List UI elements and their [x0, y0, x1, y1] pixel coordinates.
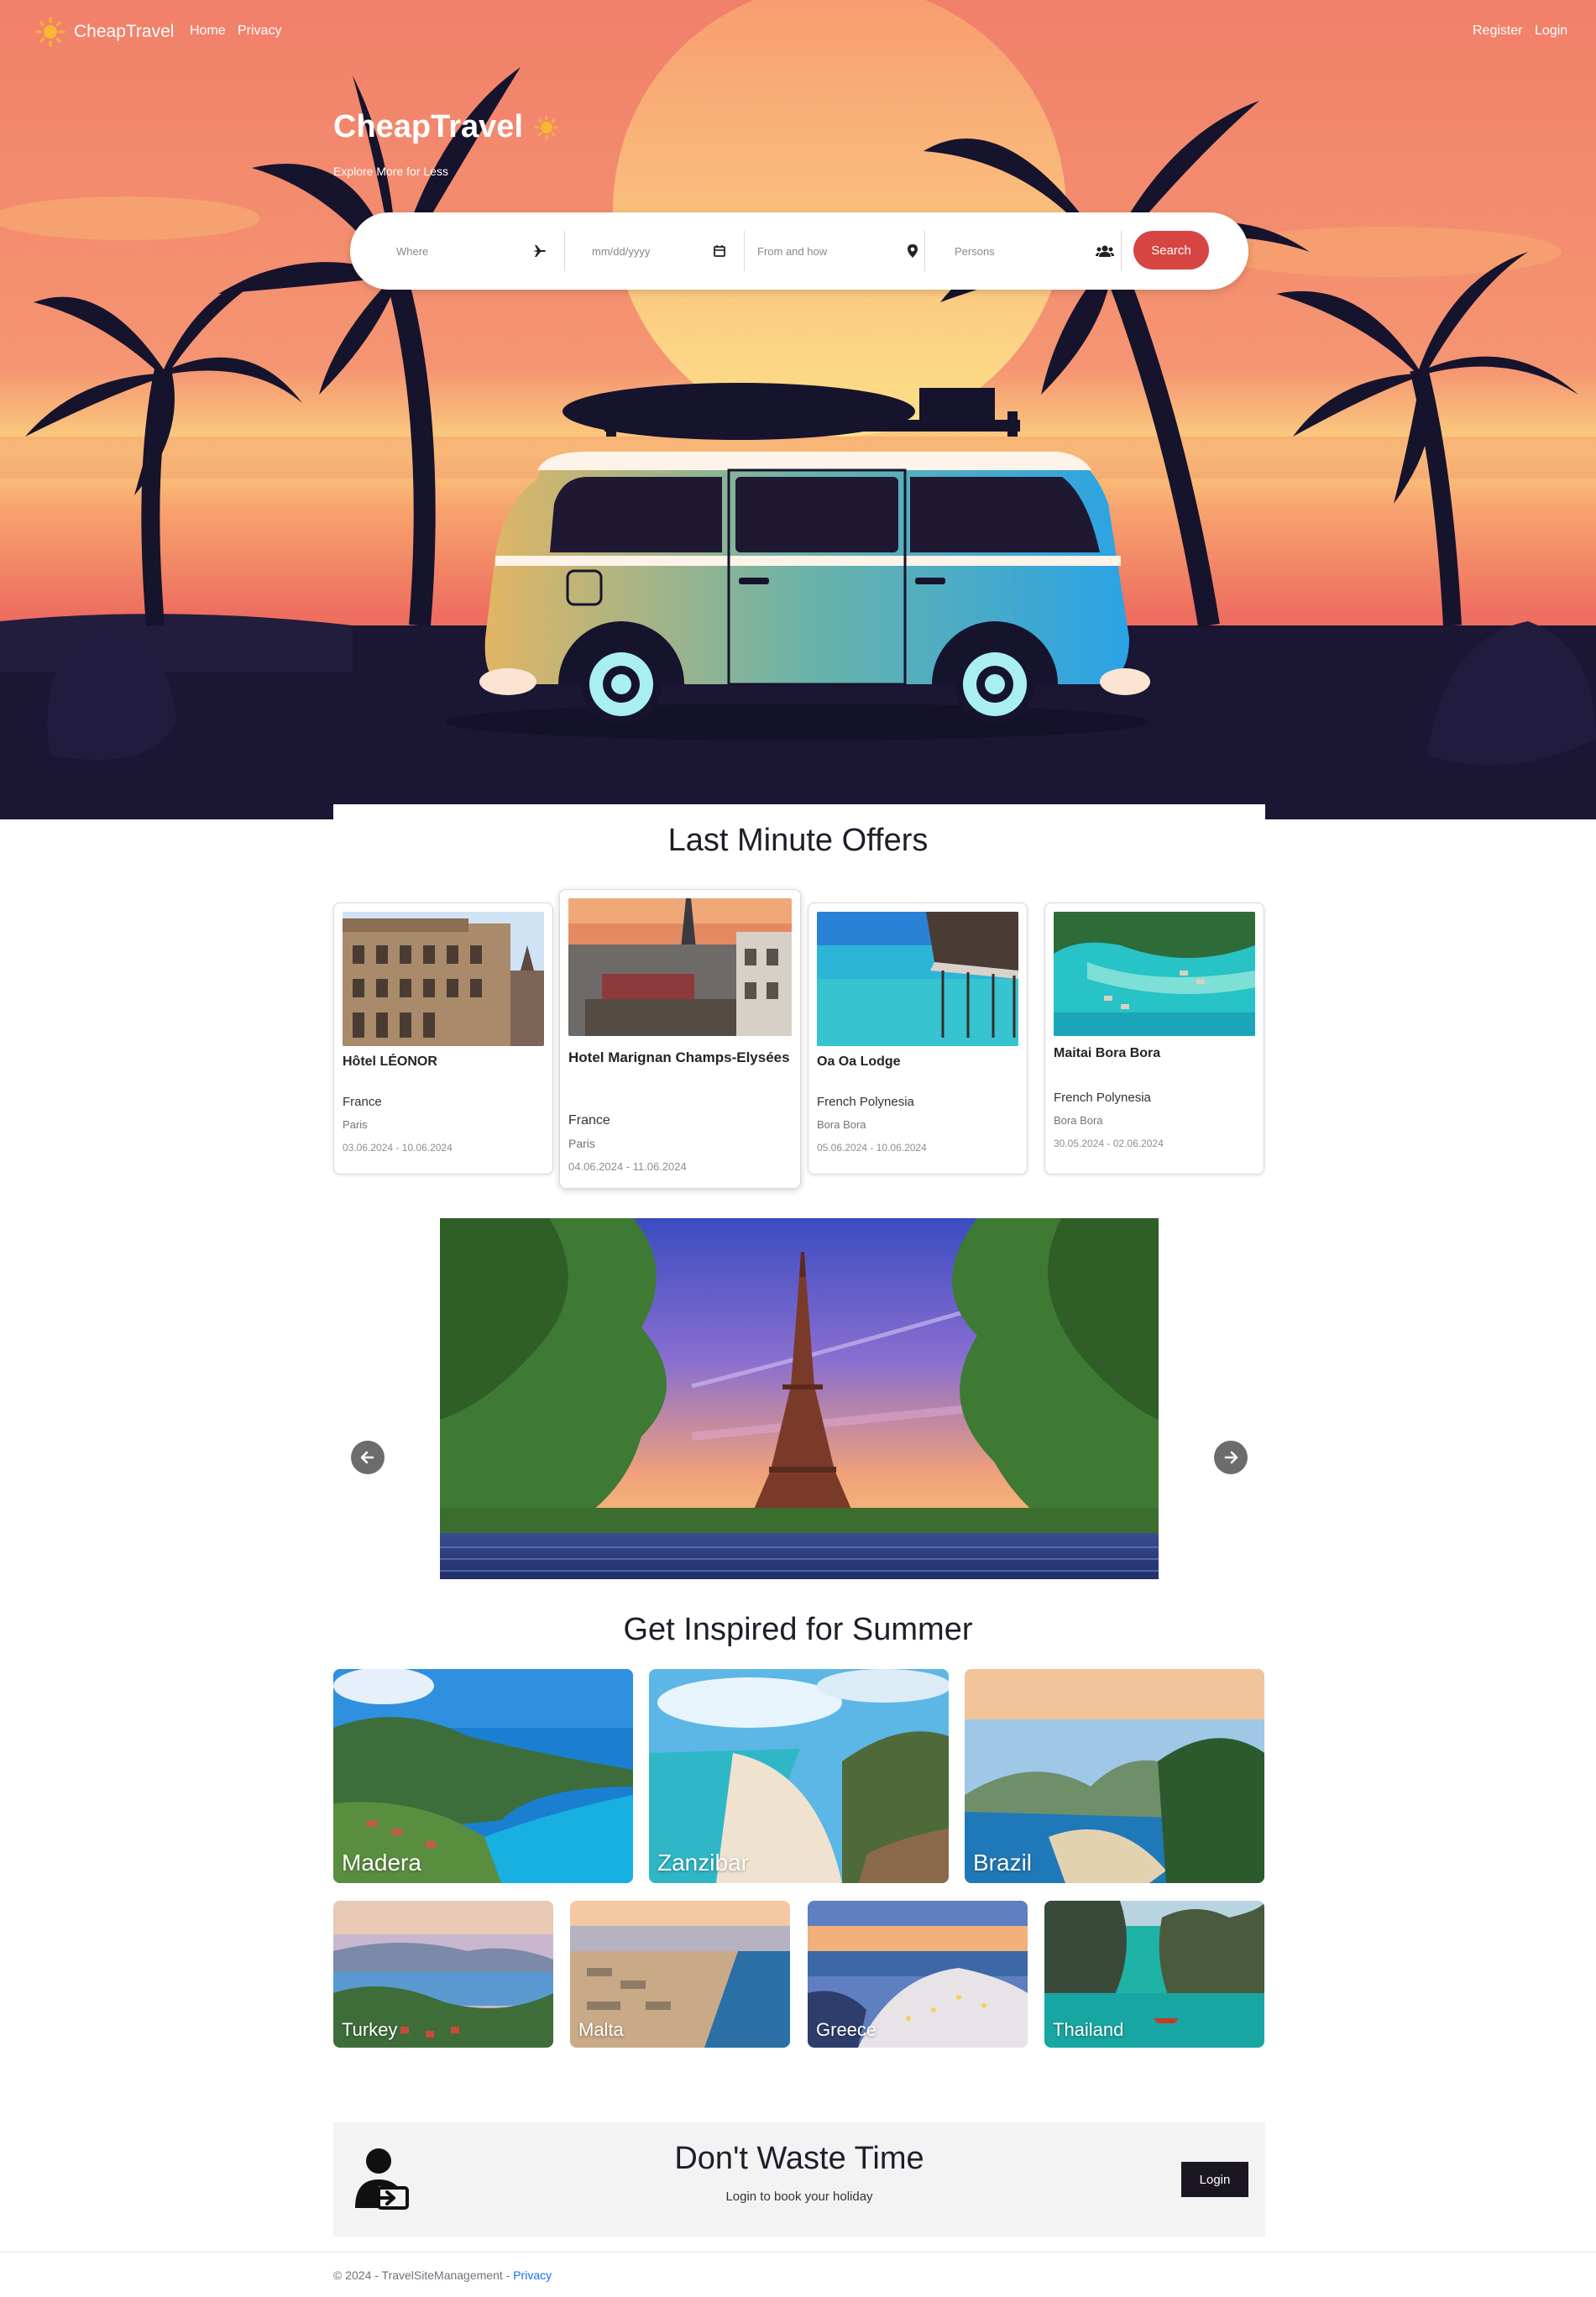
cta-title: Don't Waste Time: [674, 2141, 924, 2176]
nav-register-link[interactable]: Register: [1473, 24, 1523, 39]
sun-icon: [535, 115, 558, 139]
hotel-photo: [817, 912, 1018, 1046]
destination-tile[interactable]: Zanzibar: [649, 1669, 949, 1883]
offer-city: Bora Bora: [1054, 1114, 1103, 1127]
hero-title: CheapTravel: [333, 109, 523, 144]
destination-tile[interactable]: Brazil: [965, 1669, 1264, 1883]
page: CheapTravel Home Privacy Register Login …: [0, 0, 1596, 2297]
offer-country: French Polynesia: [1054, 1091, 1151, 1105]
carousel-next-button[interactable]: [1214, 1441, 1248, 1474]
airplane-icon: [533, 245, 546, 257]
offer-city: Paris: [568, 1137, 595, 1150]
divider: [744, 231, 745, 271]
destination-tile[interactable]: Turkey: [333, 1901, 553, 2048]
inspiration-title: Get Inspired for Summer: [623, 1612, 973, 1647]
destination-label: Brazil: [973, 1850, 1033, 1876]
footer-privacy-link[interactable]: Privacy: [513, 2268, 552, 2282]
from-input[interactable]: From and how: [757, 245, 827, 258]
cta-subtitle: Login to book your holiday: [725, 2190, 873, 2204]
search-bar: Where mm/dd/yyyy From and how Persons Se…: [350, 212, 1248, 290]
offer-city: Paris: [343, 1118, 368, 1131]
where-field[interactable]: Where: [396, 233, 547, 269]
footer: © 2024 - TravelSiteManagement - Privacy: [333, 2268, 552, 2282]
from-field[interactable]: From and how: [757, 233, 918, 269]
offer-dates: 30.05.2024 - 02.06.2024: [1054, 1138, 1164, 1149]
offer-name: Maitai Bora Bora: [1054, 1046, 1161, 1060]
destination-label: Turkey: [342, 2019, 398, 2040]
offer-name: Hotel Marignan Champs-Elysées: [568, 1049, 790, 1065]
destination-label: Greece: [816, 2019, 877, 2040]
brand[interactable]: CheapTravel: [35, 17, 174, 47]
offer-city: Bora Bora: [817, 1118, 866, 1131]
nav-privacy-link[interactable]: Privacy: [238, 24, 281, 39]
offer-dates: 05.06.2024 - 10.06.2024: [817, 1142, 927, 1154]
nav-login-link[interactable]: Login: [1535, 24, 1567, 39]
destination-tile[interactable]: Madera: [333, 1669, 633, 1883]
destination-label: Malta: [578, 2019, 624, 2040]
offer-card[interactable]: Hotel Marignan Champs-Elysées France Par…: [559, 889, 801, 1189]
footer-text: © 2024 - TravelSiteManagement -: [333, 2268, 514, 2282]
map-pin-icon: [908, 244, 918, 258]
hero-subtitle: Explore More for Less: [333, 165, 448, 178]
destination-tile[interactable]: Thailand: [1044, 1901, 1264, 2048]
date-field[interactable]: mm/dd/yyyy: [592, 233, 726, 269]
hotel-photo: [343, 912, 544, 1046]
arrow-left-icon: [360, 1451, 374, 1464]
arrow-right-icon: [1224, 1451, 1238, 1464]
persons-field[interactable]: Persons: [955, 233, 1114, 269]
users-icon: [1096, 245, 1114, 257]
divider: [1121, 231, 1122, 271]
divider: [564, 231, 565, 271]
offer-dates: 03.06.2024 - 10.06.2024: [343, 1142, 453, 1154]
offer-card[interactable]: Hôtel LÉONOR France Paris 03.06.2024 - 1…: [333, 903, 553, 1175]
carousel-prev-button[interactable]: [351, 1441, 385, 1474]
brand-name: CheapTravel: [74, 22, 175, 41]
offers-title: Last Minute Offers: [667, 823, 929, 858]
destination-tile[interactable]: Greece: [808, 1901, 1028, 2048]
login-cta-panel: Don't Waste Time Login to book your holi…: [333, 2122, 1265, 2237]
calendar-icon: [714, 245, 725, 257]
cta-login-button[interactable]: Login: [1181, 2162, 1248, 2197]
top-nav: CheapTravel Home Privacy Register Login: [0, 0, 1596, 67]
destination-label: Madera: [342, 1850, 421, 1876]
destination-label: Zanzibar: [657, 1850, 749, 1876]
offer-card[interactable]: Maitai Bora Bora French Polynesia Bora B…: [1044, 903, 1264, 1175]
offer-name: Oa Oa Lodge: [817, 1054, 901, 1069]
sun-icon: [35, 17, 65, 47]
hero-title-group: CheapTravel: [333, 109, 558, 145]
search-button[interactable]: Search: [1133, 231, 1209, 269]
offer-card[interactable]: Oa Oa Lodge French Polynesia Bora Bora 0…: [808, 903, 1028, 1175]
divider: [924, 231, 925, 271]
hero-illustration: [0, 0, 1596, 819]
date-input[interactable]: mm/dd/yyyy: [592, 245, 650, 258]
hero-banner: CheapTravel Home Privacy Register Login …: [0, 0, 1596, 819]
persons-input[interactable]: Persons: [955, 245, 995, 258]
offer-country: France: [343, 1095, 382, 1109]
nav-home-link[interactable]: Home: [190, 24, 226, 39]
carousel-image: [440, 1218, 1159, 1579]
hotel-photo: [568, 898, 792, 1036]
offer-dates: 04.06.2024 - 11.06.2024: [568, 1160, 687, 1173]
hotel-photo: [1054, 912, 1255, 1036]
offer-country: France: [568, 1113, 610, 1128]
footer-divider: [0, 2252, 1596, 2253]
offer-name: Hôtel LÉONOR: [343, 1054, 437, 1069]
destination-label: Thailand: [1053, 2019, 1124, 2040]
offer-country: French Polynesia: [817, 1095, 914, 1109]
offers-frame: [333, 804, 1265, 819]
destination-tile[interactable]: Malta: [570, 1901, 790, 2048]
where-input[interactable]: Where: [396, 245, 428, 258]
